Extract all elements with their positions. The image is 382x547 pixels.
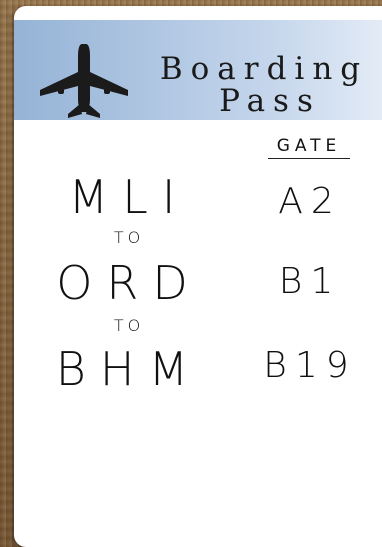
destination-airport-code: BHM: [55, 342, 203, 396]
to-separator: TO: [113, 228, 145, 247]
airplane-icon: [40, 44, 128, 118]
boarding-pass-card: Boarding Pass GATE MLI A2 TO ORD B1 TO B…: [14, 6, 382, 547]
boarding-pass-header: Boarding Pass: [14, 20, 382, 120]
origin-gate: A2: [278, 181, 342, 222]
connection-gate: B1: [278, 261, 342, 302]
destination-gate: B19: [263, 345, 357, 386]
connection-airport-code: ORD: [56, 256, 202, 310]
gate-column-header: GATE: [268, 136, 350, 159]
to-separator: TO: [113, 316, 145, 335]
title-boarding: Boarding: [159, 51, 369, 87]
origin-airport-code: MLI: [68, 170, 190, 224]
title-pass: Pass: [219, 83, 321, 119]
